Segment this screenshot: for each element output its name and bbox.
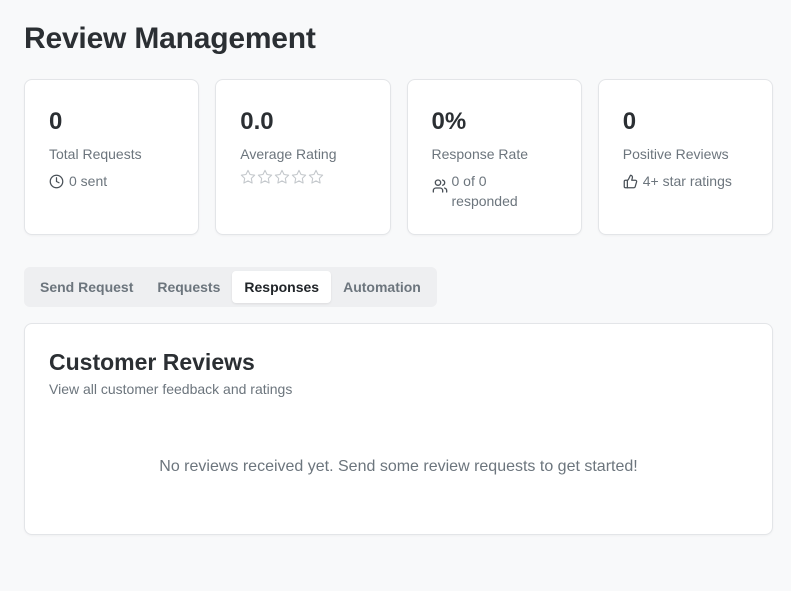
customer-reviews-panel: Customer Reviews View all customer feedb… (24, 323, 773, 535)
positive-reviews-meta: 4+ star ratings (623, 171, 748, 191)
users-icon (432, 171, 448, 193)
tab-automation[interactable]: Automation (331, 271, 433, 303)
average-rating-value: 0.0 (240, 108, 274, 135)
stat-card-total-requests: 0 Total Requests 0 sent (24, 79, 200, 235)
page-title: Review Management (24, 22, 316, 55)
response-rate-meta: 0 of 0 responded (432, 171, 557, 211)
review-management-page: Review Management 0 Total Requests 0 sen… (0, 0, 791, 591)
review-tabs: Send Request Requests Responses Automati… (24, 267, 437, 307)
stat-card-average-rating: 0.0 Average Rating (215, 79, 391, 235)
average-rating-label: Average Rating (240, 146, 337, 162)
stat-card-response-rate: 0% Response Rate 0 of 0 responded (406, 79, 582, 235)
positive-reviews-value: 0 (622, 108, 637, 135)
star-icon (292, 169, 307, 184)
stats-row: 0 Total Requests 0 sent 0.0 Average Rati… (24, 79, 773, 235)
star-icon (275, 169, 290, 184)
total-requests-label: Total Requests (49, 146, 142, 162)
stat-card-positive-reviews: 0 Positive Reviews 4+ star ratings (597, 79, 773, 235)
response-rate-responded: responded (451, 193, 518, 209)
panel-subtitle: View all customer feedback and ratings (49, 381, 293, 397)
panel-title: Customer Reviews (49, 349, 255, 375)
star-icon (309, 169, 324, 184)
clock-icon (49, 171, 65, 191)
response-rate-value: 0% (431, 108, 467, 135)
tab-requests[interactable]: Requests (145, 271, 232, 303)
tab-send-request[interactable]: Send Request (28, 271, 145, 303)
total-requests-sent: 0 sent (69, 173, 108, 189)
total-requests-value: 0 (49, 108, 63, 135)
rating-stars (240, 169, 365, 185)
positive-reviews-label: Positive Reviews (622, 146, 729, 162)
response-rate-count: 0 of 0 (451, 173, 487, 189)
star-icon (241, 169, 256, 184)
empty-state-message: No reviews received yet. Send some revie… (159, 458, 638, 475)
thumbs-up-icon (623, 171, 639, 191)
response-rate-label: Response Rate (431, 146, 529, 162)
positive-reviews-criteria: 4+ star ratings (642, 173, 732, 189)
response-rate-detail: 0 of 0 responded (452, 171, 518, 211)
star-icon (258, 169, 273, 184)
tab-responses[interactable]: Responses (232, 271, 332, 303)
total-requests-meta: 0 sent (49, 171, 174, 191)
